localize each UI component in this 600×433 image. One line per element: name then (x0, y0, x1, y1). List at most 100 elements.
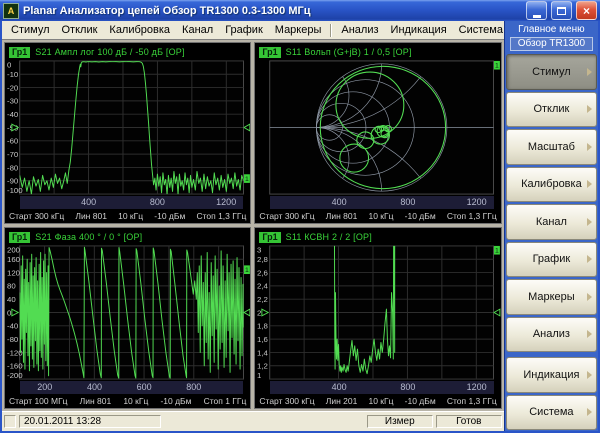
status-datetime: 20.01.2011 13:28 (19, 415, 161, 428)
svg-text:0: 0 (7, 61, 11, 70)
softkey-калибровка[interactable]: Калибровка (506, 167, 597, 203)
window-content: СтимулОткликКалибровкаКаналГрафикМаркеры… (0, 21, 600, 433)
svg-text:1,8: 1,8 (257, 322, 268, 331)
svg-text:2,6: 2,6 (257, 269, 268, 278)
svg-text:-20: -20 (7, 84, 18, 93)
menu-item-индикация[interactable]: Индикация (385, 23, 453, 37)
x-tick-label: 1200 (216, 197, 236, 207)
chart-title: S21 Ампл лог 100 дБ / -50 дБ [ОР] (35, 47, 184, 57)
menu-item-отклик[interactable]: Отклик (56, 23, 104, 37)
svg-text:2,2: 2,2 (257, 295, 268, 304)
trace-marker-1: 1 (244, 174, 250, 183)
chart-header: Гр1 S11 Вольп (G+jB) 1 / 0,5 [ОР] (255, 43, 500, 59)
softkey-label: Индикация (523, 369, 579, 381)
menu-item-система[interactable]: Система (453, 23, 509, 37)
chart-header: Гр1S11 КСВН 2 / 2 [ОР] (255, 228, 500, 244)
footer-item: Старт 300 кГц (259, 211, 314, 221)
chart-s11-swr[interactable]: Гр1S11 КСВН 2 / 2 [ОР]32,82,62,42,221,81… (254, 227, 501, 409)
menu-item-канал[interactable]: Канал (176, 23, 219, 37)
softkey-label: Анализ (533, 328, 570, 340)
title-bar[interactable]: A Planar Анализатор цепей Обзор TR1300 0… (0, 0, 600, 21)
chart-s11-smith[interactable]: Гр1S11 Вольп (G+jB) 1 / 0,5 [ОР]14008001… (254, 42, 501, 224)
sidebar-subheader[interactable]: Обзор TR1300 (510, 37, 593, 51)
svg-text:3: 3 (257, 246, 261, 255)
chart-s21-ampl[interactable]: Гр1S21 Ампл лог 100 дБ / -50 дБ [ОР]0-10… (4, 42, 251, 224)
menu-item-калибровка[interactable]: Калибровка (103, 23, 176, 37)
softkey-система[interactable]: Система (506, 395, 597, 431)
softkey-маркеры[interactable]: Маркеры (506, 279, 597, 315)
softkey-отклик[interactable]: Отклик (506, 92, 597, 128)
svg-text:1,4: 1,4 (257, 348, 269, 357)
close-button[interactable]: × (576, 1, 597, 20)
softkey-label: Отклик (533, 103, 569, 115)
svg-text:160: 160 (7, 255, 20, 264)
chart-title: S21 Фаза 400 ° / 0 ° [ОР] (35, 232, 142, 242)
svg-text:1: 1 (245, 267, 249, 274)
minimize-button[interactable] (526, 1, 547, 20)
softkey-label: Масштаб (528, 141, 575, 153)
stimulus-footer: Старт 100 МГцЛин 80110 кГц-10 дБмСтоп 1 … (5, 394, 250, 408)
app-window: A Planar Анализатор цепей Обзор TR1300 0… (0, 0, 600, 433)
svg-text:40: 40 (7, 295, 16, 304)
main-area: СтимулОткликКалибровкаКаналГрафикМаркеры… (2, 21, 504, 431)
softkey-label: Система (529, 406, 573, 418)
svg-text:1: 1 (495, 63, 499, 70)
chevron-right-icon (587, 143, 592, 151)
softkey-label: Калибровка (521, 178, 582, 190)
svg-text:2: 2 (257, 308, 261, 317)
svg-text:1: 1 (257, 371, 261, 380)
status-resize-box (4, 415, 16, 428)
plot-area: 32,82,62,42,221,81,61,41,211 (255, 244, 500, 381)
chevron-right-icon (587, 293, 592, 301)
softkey-стимул[interactable]: Стимул (506, 54, 597, 90)
svg-text:-90: -90 (7, 177, 18, 186)
menu-item-анализ[interactable]: Анализ (335, 23, 384, 37)
svg-text:1: 1 (495, 248, 499, 255)
softkey-канал[interactable]: Канал (506, 204, 597, 240)
menu-item-маркеры[interactable]: Маркеры (269, 23, 328, 37)
footer-item: Старт 300 кГц (9, 211, 64, 221)
x-tick-label: 400 (332, 197, 347, 207)
chevron-right-icon (587, 68, 592, 76)
footer-item: -10 дБм (154, 211, 185, 221)
stimulus-footer: Старт 300 кГцЛин 80110 кГц-10 дБмСтоп 1,… (255, 209, 500, 223)
softkey-масштаб[interactable]: Масштаб (506, 129, 597, 165)
chart-title: S11 Вольп (G+jB) 1 / 0,5 [ОР] (286, 47, 412, 57)
svg-text:-70: -70 (7, 150, 18, 159)
menu-item-стимул[interactable]: Стимул (5, 23, 56, 37)
maximize-button[interactable] (551, 1, 572, 20)
chart-grid: Гр1 S21 Ампл лог 100 дБ / -50 дБ [ОР] 0 -10… (2, 39, 504, 411)
svg-text:-80: -80 (7, 335, 18, 344)
chart-s21-phase[interactable]: Гр1S21 Фаза 400 ° / 0 ° [ОР]200160120804… (4, 227, 251, 409)
stimulus-footer: Старт 300 кГцЛин 20110 кГц-10 дБмСтоп 1,… (255, 394, 500, 408)
footer-item: Старт 100 МГц (9, 396, 68, 406)
chevron-right-icon (587, 180, 592, 188)
svg-text:1: 1 (245, 176, 249, 183)
footer-item: Стоп 1 ГГц (204, 396, 247, 406)
menubar: СтимулОткликКалибровкаКаналГрафикМаркеры… (2, 21, 504, 39)
footer-item: Лин 201 (326, 396, 358, 406)
svg-text:120: 120 (7, 269, 20, 278)
x-tick-label: 400 (87, 382, 102, 392)
footer-item: -10 дБм (405, 211, 436, 221)
softkey-label: Стимул (532, 66, 571, 78)
ref-arrow-right (244, 309, 250, 316)
chevron-right-icon (587, 105, 592, 113)
trace-badge: Гр1 (259, 232, 280, 243)
plot-area: 20016012080400-40-80-120-160-2001 (5, 244, 250, 381)
ref-arrow-left (262, 309, 268, 316)
footer-item: 10 кГц (118, 211, 143, 221)
menu-separator (330, 24, 332, 37)
menu-item-график[interactable]: График (219, 23, 269, 37)
softkey-индикация[interactable]: Индикация (506, 357, 597, 393)
trace-marker-1: 1 (244, 265, 250, 274)
softkey-график[interactable]: График (506, 242, 597, 278)
trace-marker-1: 1 (494, 246, 500, 255)
footer-item: Лин 801 (326, 211, 358, 221)
minimize-icon (533, 7, 541, 18)
x-tick-label: 600 (137, 382, 152, 392)
trace-badge: Гр1 (259, 47, 280, 58)
svg-text:-30: -30 (7, 97, 18, 106)
svg-text:2,4: 2,4 (257, 282, 269, 291)
softkey-анализ[interactable]: Анализ (506, 317, 597, 353)
